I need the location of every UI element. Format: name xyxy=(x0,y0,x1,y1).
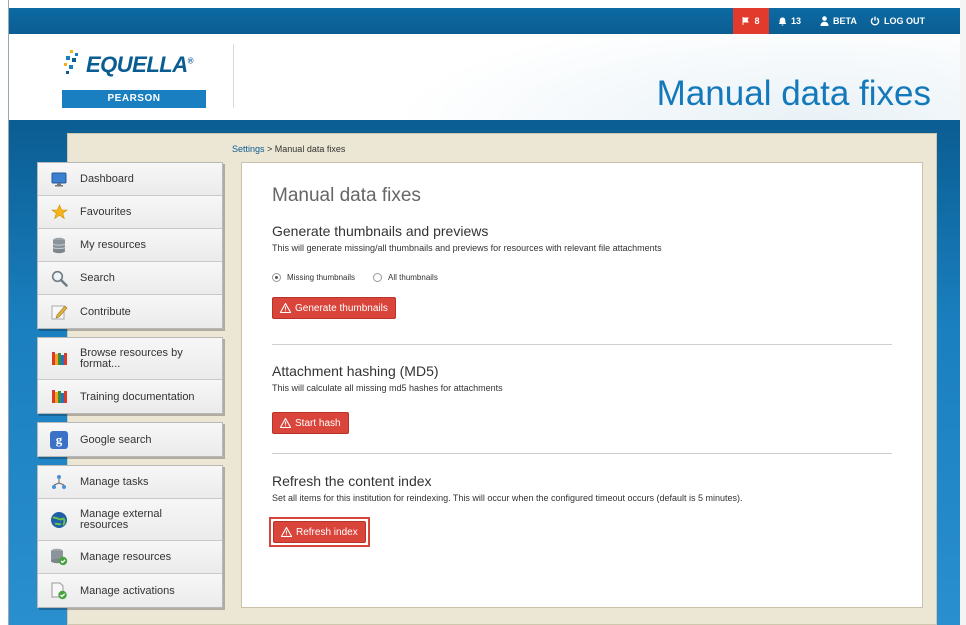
pencil-icon xyxy=(50,303,68,321)
sidebar-item-manage-activations[interactable]: Manage activations xyxy=(38,574,222,607)
sidebar-item-manage-external-resources[interactable]: Manage external resources xyxy=(38,499,222,541)
button-label: Generate thumbnails xyxy=(295,302,388,314)
user-icon xyxy=(820,16,829,26)
workflow-icon xyxy=(50,473,68,491)
sidebar-item-dashboard[interactable]: Dashboard xyxy=(38,163,222,196)
section-title: Refresh the content index xyxy=(272,473,432,489)
breadcrumb-settings-link[interactable]: Settings xyxy=(232,144,265,154)
notifications-count: 13 xyxy=(791,16,802,26)
breadcrumb-current: Manual data fixes xyxy=(274,144,346,154)
top-bar: 8 13 BETA LOG OUT xyxy=(9,8,960,34)
sidebar-item-favourites[interactable]: Favourites xyxy=(38,196,222,229)
header-divider xyxy=(233,44,234,108)
breadcrumb: Settings > Manual data fixes xyxy=(232,144,345,154)
sidebar-item-label: Manage activations xyxy=(80,584,175,597)
warning-icon xyxy=(280,303,291,313)
user-menu[interactable]: BETA xyxy=(820,8,857,34)
radio-all-thumbnails[interactable] xyxy=(373,273,383,282)
sidebar-item-label: Contribute xyxy=(80,305,131,318)
main-panel: Manual data fixes Generate thumbnails an… xyxy=(241,162,923,608)
google-icon: g xyxy=(50,430,68,449)
flag-count: 8 xyxy=(754,16,760,26)
section-title: Attachment hashing (MD5) xyxy=(272,363,439,379)
search-icon xyxy=(50,269,68,287)
monitor-icon xyxy=(50,170,68,188)
sidebar-item-label: Search xyxy=(80,272,115,284)
section-divider xyxy=(272,344,892,345)
panel-title: Manual data fixes xyxy=(272,185,421,206)
radio-label-missing: Missing thumbnails xyxy=(287,273,356,282)
sidebar-item-label: Manage external resources xyxy=(80,507,162,531)
section-description: This will generate missing/all thumbnail… xyxy=(272,243,662,253)
warning-icon xyxy=(281,527,292,537)
section-hashing: Attachment hashing (MD5) This will calcu… xyxy=(272,363,892,434)
nav-group-manage: Manage tasks Manage external resources M… xyxy=(37,465,223,608)
button-label: Start hash xyxy=(295,417,341,429)
bell-icon xyxy=(778,17,787,26)
flag-icon xyxy=(742,17,750,25)
sidebar-item-label: Google search xyxy=(80,433,152,446)
user-label: BETA xyxy=(833,16,857,26)
radio-label-all: All thumbnails xyxy=(388,273,438,282)
button-label: Refresh index xyxy=(296,526,358,538)
refresh-index-highlight: Refresh index xyxy=(269,517,370,547)
sidebar-item-browse-by-format[interactable]: Browse resources by format... xyxy=(38,338,222,380)
books-icon xyxy=(50,350,68,368)
sidebar-item-label: My resources xyxy=(80,239,147,251)
browser-frame: 8 13 BETA LOG OUT EQUELLA® PEARSON Manua… xyxy=(8,0,960,625)
section-title: Generate thumbnails and previews xyxy=(272,223,489,239)
sidebar-item-training-documentation[interactable]: Training documentation xyxy=(38,380,222,413)
refresh-index-button[interactable]: Refresh index xyxy=(273,521,366,543)
sidebar-item-google-search[interactable]: g Google search xyxy=(38,423,222,456)
thumbnail-options: Missing thumbnails All thumbnails xyxy=(272,273,892,282)
sidebar-item-contribute[interactable]: Contribute xyxy=(38,295,222,328)
books-icon xyxy=(50,388,68,406)
logo-dots-icon xyxy=(64,50,78,74)
sidebar-item-label: Browse resources by format... xyxy=(80,346,183,370)
page-header: EQUELLA® PEARSON Manual data fixes xyxy=(9,34,960,120)
flag-notifications[interactable]: 8 xyxy=(733,8,769,34)
generate-thumbnails-button[interactable]: Generate thumbnails xyxy=(272,297,396,319)
sidebar-item-manage-tasks[interactable]: Manage tasks xyxy=(38,466,222,499)
sidebar-item-label: Training documentation xyxy=(80,390,195,403)
start-hash-button[interactable]: Start hash xyxy=(272,412,349,434)
equella-logo[interactable]: EQUELLA® PEARSON xyxy=(62,46,206,109)
globe-icon xyxy=(50,511,68,529)
sidebar-item-manage-resources[interactable]: Manage resources xyxy=(38,541,222,574)
sidebar-item-label: Favourites xyxy=(80,206,132,218)
sidebar-item-my-resources[interactable]: My resources xyxy=(38,229,222,262)
database-check-icon xyxy=(50,548,68,566)
nav-group-browse: Browse resources by format... Training d… xyxy=(37,337,223,414)
logout-button[interactable]: LOG OUT xyxy=(870,8,925,34)
sidebar-nav: Dashboard Favourites My resources Search… xyxy=(37,162,223,616)
logout-label: LOG OUT xyxy=(884,16,925,26)
section-reindex: Refresh the content index Set all items … xyxy=(269,473,892,547)
star-icon xyxy=(50,203,68,221)
sidebar-item-label: Manage resources xyxy=(80,551,172,563)
nav-group-google: g Google search xyxy=(37,422,223,457)
section-description: This will calculate all missing md5 hash… xyxy=(272,383,503,393)
sidebar-item-search[interactable]: Search xyxy=(38,262,222,295)
power-icon xyxy=(870,16,880,26)
sidebar-item-label: Dashboard xyxy=(80,173,134,185)
window-scrollbar[interactable] xyxy=(960,0,966,625)
page-heading: Manual data fixes xyxy=(656,74,931,113)
section-description: Set all items for this institution for r… xyxy=(272,493,743,503)
notifications-button[interactable]: 13 xyxy=(778,8,801,34)
sidebar-item-label: Manage tasks xyxy=(80,476,149,488)
warning-icon xyxy=(280,418,291,428)
database-icon xyxy=(50,236,68,254)
radio-missing-thumbnails[interactable] xyxy=(272,273,281,282)
breadcrumb-separator: > xyxy=(264,144,275,154)
nav-group-main: Dashboard Favourites My resources Search… xyxy=(37,162,223,329)
logo-subbrand: PEARSON xyxy=(62,90,206,108)
section-divider xyxy=(272,453,892,454)
logo-wordmark: EQUELLA® xyxy=(86,52,194,77)
document-check-icon xyxy=(50,582,68,600)
section-thumbnails: Generate thumbnails and previews This wi… xyxy=(272,223,892,319)
